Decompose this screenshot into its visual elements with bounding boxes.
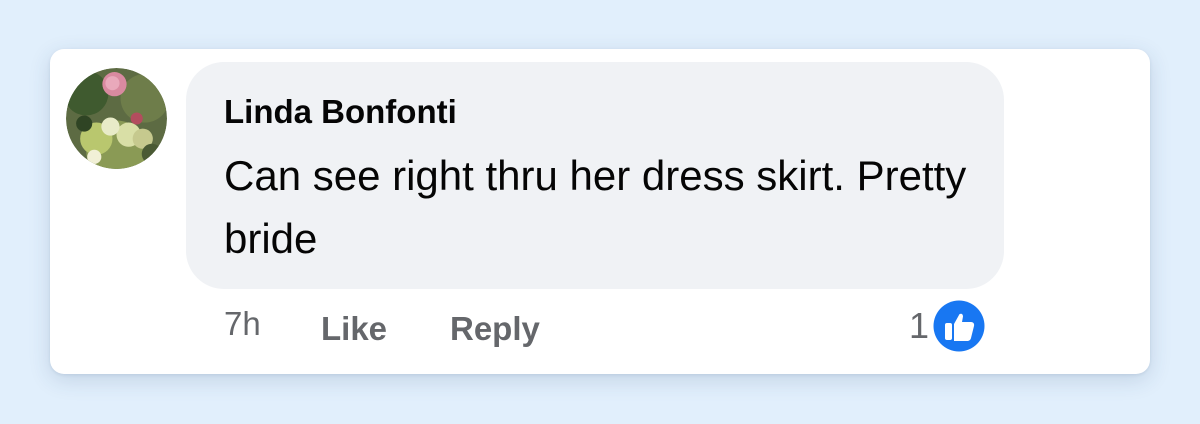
like-button[interactable]: Like — [321, 310, 387, 348]
thumbs-up-icon — [931, 298, 988, 354]
reply-button[interactable]: Reply — [450, 310, 540, 348]
comment-text: Can see right thru her dress skirt. Pret… — [224, 152, 967, 262]
comment-author-name[interactable]: Linda Bonfonti — [224, 93, 457, 131]
comment-card: Linda Bonfonti Can see right thru her dr… — [50, 49, 1150, 374]
avatar[interactable] — [66, 68, 167, 169]
reaction-summary[interactable]: 1 — [909, 296, 988, 356]
comment-timestamp[interactable]: 7h — [224, 305, 261, 343]
reaction-count: 1 — [909, 305, 930, 346]
comment-bubble: Linda Bonfonti Can see right thru her dr… — [186, 62, 1004, 289]
